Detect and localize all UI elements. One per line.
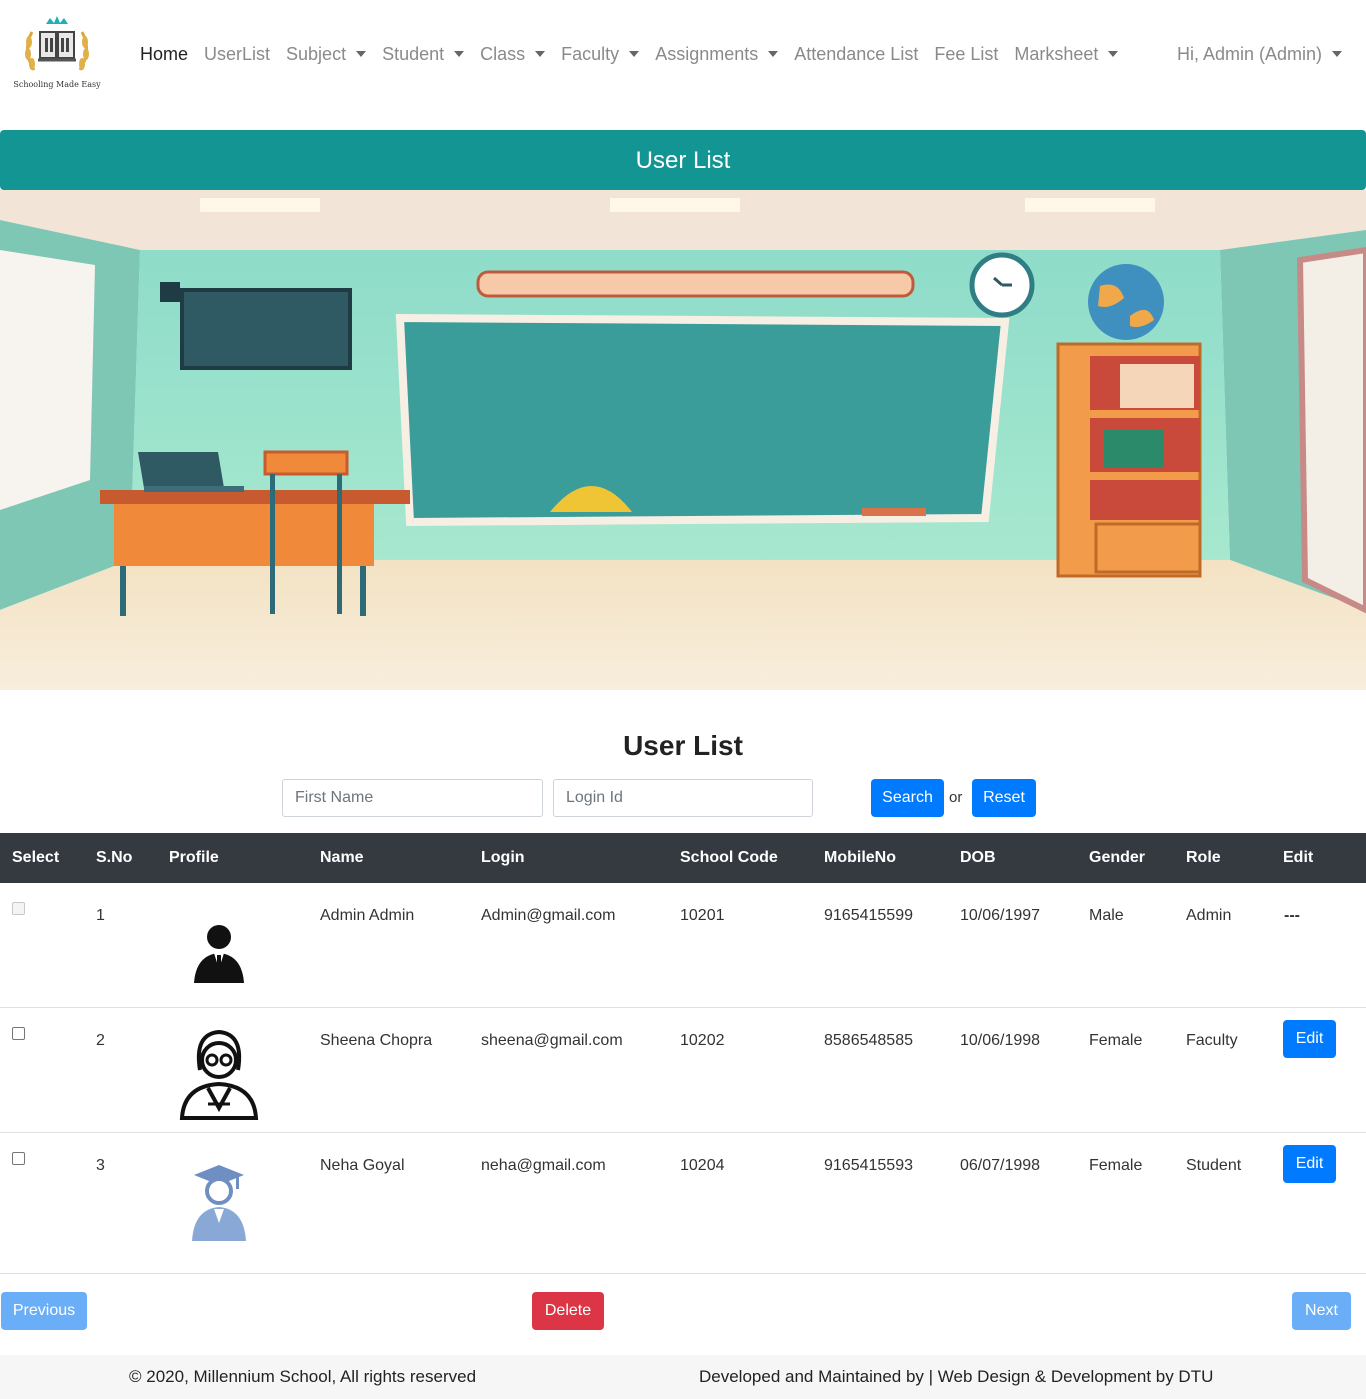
nav-marksheet-label: Marksheet <box>1014 43 1099 64</box>
logo-tagline: Schooling Made Easy <box>13 80 101 89</box>
chevron-down-icon <box>1332 51 1342 57</box>
row-role: Faculty <box>1186 1032 1238 1049</box>
banner-title: User List <box>0 130 1366 190</box>
admin-avatar-icon <box>172 893 268 1003</box>
footer-credits: Developed and Maintained by | Web Design… <box>699 1367 1214 1386</box>
or-label: or <box>949 789 963 806</box>
row-school-code: 10201 <box>680 907 725 924</box>
nav-userlist[interactable]: UserList <box>204 44 270 65</box>
footer: © 2020, Millennium School, All rights re… <box>0 1355 1366 1399</box>
first-name-input[interactable] <box>282 779 543 817</box>
row-sno: 2 <box>96 1032 105 1049</box>
row-gender: Female <box>1089 1032 1143 1049</box>
chevron-down-icon <box>454 51 465 57</box>
navbar: Schooling Made Easy Home UserList Subjec… <box>0 0 1366 108</box>
row-dob: 06/07/1998 <box>960 1157 1041 1174</box>
row-edit-placeholder: --- <box>1284 907 1300 924</box>
chevron-down-icon <box>535 51 546 57</box>
nav-marksheet[interactable]: Marksheet <box>1014 43 1119 65</box>
nav-assignments-label: Assignments <box>655 43 759 64</box>
student-avatar-icon <box>172 1143 267 1248</box>
row-gender: Female <box>1089 1157 1143 1174</box>
nav-subject-label: Subject <box>286 43 347 64</box>
column-header-gender: Gender <box>1089 849 1146 866</box>
column-header-profile: Profile <box>169 849 219 866</box>
next-button[interactable]: Next <box>1292 1292 1351 1330</box>
nav-class[interactable]: Class <box>480 43 546 65</box>
nav-fee-list[interactable]: Fee List <box>934 44 998 65</box>
column-header-dob: DOB <box>960 849 996 866</box>
row-name: Neha Goyal <box>320 1157 405 1174</box>
row-mobile: 9165415599 <box>824 907 913 924</box>
nav-class-label: Class <box>480 43 526 64</box>
table-row: 2 Sheena Chopra sheena@gmail.com 10202 8… <box>0 1008 1366 1133</box>
chevron-down-icon <box>629 51 640 57</box>
chevron-down-icon <box>1108 51 1119 57</box>
school-logo[interactable]: Schooling Made Easy <box>12 14 102 94</box>
row-select-checkbox[interactable] <box>12 1152 25 1165</box>
row-gender: Male <box>1089 907 1124 924</box>
footer-copyright: © 2020, Millennium School, All rights re… <box>129 1367 477 1386</box>
table-row: 1 Admin Admin Admin@gmail.com 10201 9165… <box>0 883 1366 1008</box>
classroom-illustration-icon <box>0 190 1366 690</box>
nav-attendance-list[interactable]: Attendance List <box>794 44 918 65</box>
nav-student[interactable]: Student <box>382 43 465 65</box>
row-sno: 3 <box>96 1157 105 1174</box>
chevron-down-icon <box>356 51 367 57</box>
main-nav: Home UserList Subject Student Class Facu… <box>140 40 1134 68</box>
row-school-code: 10202 <box>680 1032 725 1049</box>
column-header-edit: Edit <box>1283 849 1314 866</box>
row-login: sheena@gmail.com <box>481 1032 623 1049</box>
row-role: Admin <box>1186 907 1232 924</box>
column-header-select: Select <box>12 849 60 866</box>
nav-home[interactable]: Home <box>140 44 188 65</box>
classroom-hero-image <box>0 190 1366 690</box>
row-name: Sheena Chopra <box>320 1032 433 1049</box>
user-greeting: Hi, Admin (Admin) <box>1176 43 1322 64</box>
row-dob: 10/06/1997 <box>960 907 1041 924</box>
row-school-code: 10204 <box>680 1157 725 1174</box>
column-header-sno: S.No <box>96 849 133 866</box>
reset-button[interactable]: Reset <box>972 779 1036 817</box>
row-login: neha@gmail.com <box>481 1157 606 1174</box>
previous-button[interactable]: Previous <box>1 1292 87 1330</box>
column-header-login: Login <box>481 849 525 866</box>
book-crown-logo-icon <box>25 16 89 71</box>
column-header-school-code: School Code <box>680 849 778 866</box>
row-select-checkbox[interactable] <box>12 1027 25 1040</box>
table-header: Select S.No Profile Name Login School Co… <box>0 833 1366 883</box>
row-dob: 10/06/1998 <box>960 1032 1041 1049</box>
row-login: Admin@gmail.com <box>481 907 616 924</box>
nav-faculty[interactable]: Faculty <box>561 43 640 65</box>
nav-student-label: Student <box>382 43 445 64</box>
nav-faculty-label: Faculty <box>561 43 620 64</box>
delete-button[interactable]: Delete <box>532 1292 604 1330</box>
nav-assignments[interactable]: Assignments <box>655 43 779 65</box>
column-header-mobile: MobileNo <box>824 849 896 866</box>
chevron-down-icon <box>768 51 779 57</box>
search-button[interactable]: Search <box>871 779 944 817</box>
row-mobile: 9165415593 <box>824 1157 913 1174</box>
column-header-name: Name <box>320 849 364 866</box>
login-id-input[interactable] <box>553 779 813 817</box>
row-role: Student <box>1186 1157 1242 1174</box>
row-name: Admin Admin <box>320 907 415 924</box>
page-title: User List <box>623 730 743 761</box>
row-sno: 1 <box>96 907 105 924</box>
user-menu[interactable]: Hi, Admin (Admin) <box>1177 40 1342 68</box>
nav-subject[interactable]: Subject <box>286 43 367 65</box>
edit-button[interactable]: Edit <box>1283 1145 1336 1183</box>
row-mobile: 8586548585 <box>824 1032 913 1049</box>
faculty-avatar-icon <box>172 1018 267 1123</box>
row-select-checkbox[interactable] <box>12 902 25 915</box>
table-row: 3 Neha Goyal neha@gmail.com 10204 916541… <box>0 1133 1366 1274</box>
column-header-role: Role <box>1186 849 1221 866</box>
edit-button[interactable]: Edit <box>1283 1020 1336 1058</box>
